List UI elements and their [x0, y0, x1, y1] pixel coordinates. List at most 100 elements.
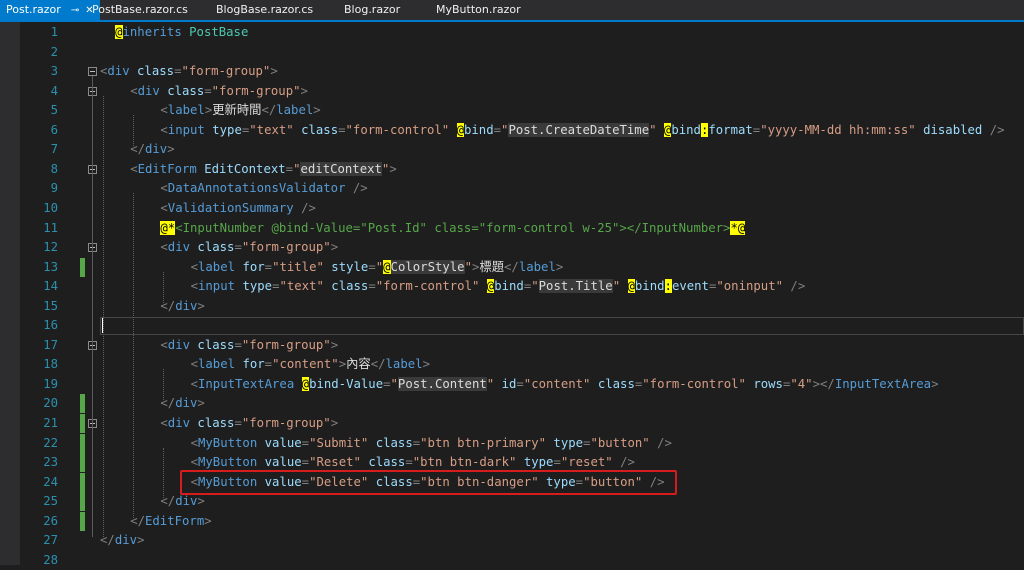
code-text: <div class="form-group"> [130, 82, 308, 101]
change-indicator [80, 492, 85, 512]
code-line[interactable]: 10 <ValidationSummary /> [0, 199, 1024, 218]
code-token: div [145, 142, 168, 157]
line-number: 20 [43, 396, 58, 411]
code-token: Post.Content [397, 376, 487, 391]
code-line[interactable]: 7 </div> [0, 140, 1024, 159]
code-token: = [368, 259, 376, 274]
code-line[interactable]: 3 <div class="form-group"> [0, 62, 1024, 81]
code-token: "text" [279, 279, 324, 294]
code-line[interactable]: 14 <input type="text" class="form-control… [0, 277, 1024, 296]
code-line[interactable]: 5 <label>更新時間</label> [0, 101, 1024, 120]
code-line[interactable]: 25 </div> [0, 492, 1024, 512]
tab-postbase-razor-cs[interactable]: PostBase.razor.cs [86, 0, 194, 20]
code-line[interactable]: 17 <div class="form-group"> [0, 336, 1024, 355]
code-line[interactable]: 2 [0, 43, 1024, 62]
code-token: > [197, 396, 205, 411]
collapse-icon[interactable] [88, 67, 97, 77]
code-line[interactable]: 18 <label for="content">內容</label> [0, 355, 1024, 374]
line-number: 18 [43, 357, 58, 372]
code-line[interactable]: 9 <DataAnnotationsValidator /> [0, 179, 1024, 198]
code-line[interactable]: 21 <div class="form-group"> [0, 414, 1024, 433]
tab-post-razor[interactable]: Post.razor ⊸ ✕ [0, 0, 100, 20]
code-line[interactable]: 19 <InputTextArea @bind-Value="Post.Conte… [0, 375, 1024, 394]
code-token: " [612, 279, 621, 294]
code-line[interactable]: 15 </div> [0, 297, 1024, 316]
code-token: class [197, 416, 235, 430]
code-line[interactable]: 22 <MyButton value="Submit" class="btn bt… [0, 433, 1024, 453]
code-token: /> [620, 455, 635, 470]
pin-icon[interactable]: ⊸ [71, 5, 79, 16]
code-token: EditForm [145, 513, 205, 528]
code-token: < [160, 337, 168, 352]
code-text: <EditForm EditContext="editContext"> [130, 160, 397, 179]
code-token: Post.Title [538, 279, 613, 294]
tab-blogbase-razor-cs[interactable]: BlogBase.razor.cs [210, 0, 319, 20]
code-token: "button" [590, 435, 650, 450]
code-line[interactable]: 1 @inherits PostBase [0, 23, 1024, 42]
code-token: 更新時間 [212, 103, 262, 118]
code-text: <input type="text" class="form-control" … [190, 277, 805, 296]
code-token: "btn btn-dark" [412, 455, 517, 470]
code-token: *@ [730, 220, 746, 235]
code-token: > [137, 533, 145, 548]
code-token: "form-control" [642, 376, 746, 391]
code-token: "form-group" [241, 337, 331, 352]
code-token: @ [456, 122, 464, 137]
code-token: div [167, 240, 191, 255]
code-token: = [405, 455, 413, 470]
indent-guide [163, 271, 164, 303]
code-token: 內容 [346, 357, 371, 372]
code-token: "yyyy-MM-dd hh:mm:ss" [760, 122, 916, 137]
code-text: <label>更新時間</label> [160, 101, 320, 120]
code-token: < [190, 279, 198, 294]
code-line[interactable]: 26 </EditForm> [0, 511, 1024, 531]
tab-blog-razor[interactable]: Blog.razor [338, 0, 406, 20]
code-token: type [212, 122, 242, 137]
code-line[interactable]: 28 [0, 551, 1024, 570]
code-token: < [190, 357, 198, 372]
code-token: > [330, 337, 339, 352]
code-token: format [708, 122, 753, 137]
line-number: 27 [43, 533, 58, 548]
code-token: " [464, 259, 472, 274]
code-token: /> [301, 200, 316, 215]
line-number: 19 [43, 376, 58, 391]
code-line[interactable]: 4 <div class="form-group"> [0, 82, 1024, 101]
code-text: <ValidationSummary /> [160, 199, 315, 218]
code-line[interactable]: 12 <div class="form-group"> [0, 238, 1024, 257]
tab-mybutton-razor[interactable]: MyButton.razor [430, 0, 527, 20]
code-token: for [242, 259, 265, 274]
code-token: = [368, 279, 376, 294]
code-line[interactable]: 27 </div> [0, 531, 1024, 550]
code-token: @ [115, 25, 123, 39]
code-line[interactable]: 11 @*<InputNumber @bind-Value="Post.Id" c… [0, 219, 1024, 238]
code-token: label [167, 103, 205, 118]
code-text: @inherits PostBase [115, 23, 248, 42]
code-text: </div> [100, 531, 144, 550]
code-token: label [198, 259, 236, 274]
code-token: = [264, 259, 273, 274]
code-token: label [518, 259, 556, 274]
code-line[interactable]: 8 <EditForm EditContext="editContext"> [0, 160, 1024, 179]
code-token: @ [383, 259, 391, 274]
code-token: class [197, 337, 235, 352]
code-token: > [197, 298, 205, 313]
code-token: > [300, 83, 308, 98]
code-token: <InputNumber @bind-Value="Post.Id" class… [175, 220, 731, 235]
code-line[interactable]: 6 <input type="text" class="form-control"… [0, 121, 1024, 140]
code-text: <DataAnnotationsValidator /> [160, 179, 367, 198]
code-token: " [649, 122, 657, 137]
code-line[interactable]: 20 </div> [0, 394, 1024, 414]
line-number: 6 [50, 122, 58, 137]
code-line[interactable]: 13 <label for="title" style="@ColorStyle"… [0, 257, 1024, 277]
line-number: 12 [43, 240, 58, 255]
indent-guide [163, 369, 164, 401]
code-token: "4" [790, 376, 813, 391]
highlight-annotation-box [180, 470, 677, 495]
code-token: = [493, 122, 502, 137]
code-token: div [137, 83, 160, 98]
